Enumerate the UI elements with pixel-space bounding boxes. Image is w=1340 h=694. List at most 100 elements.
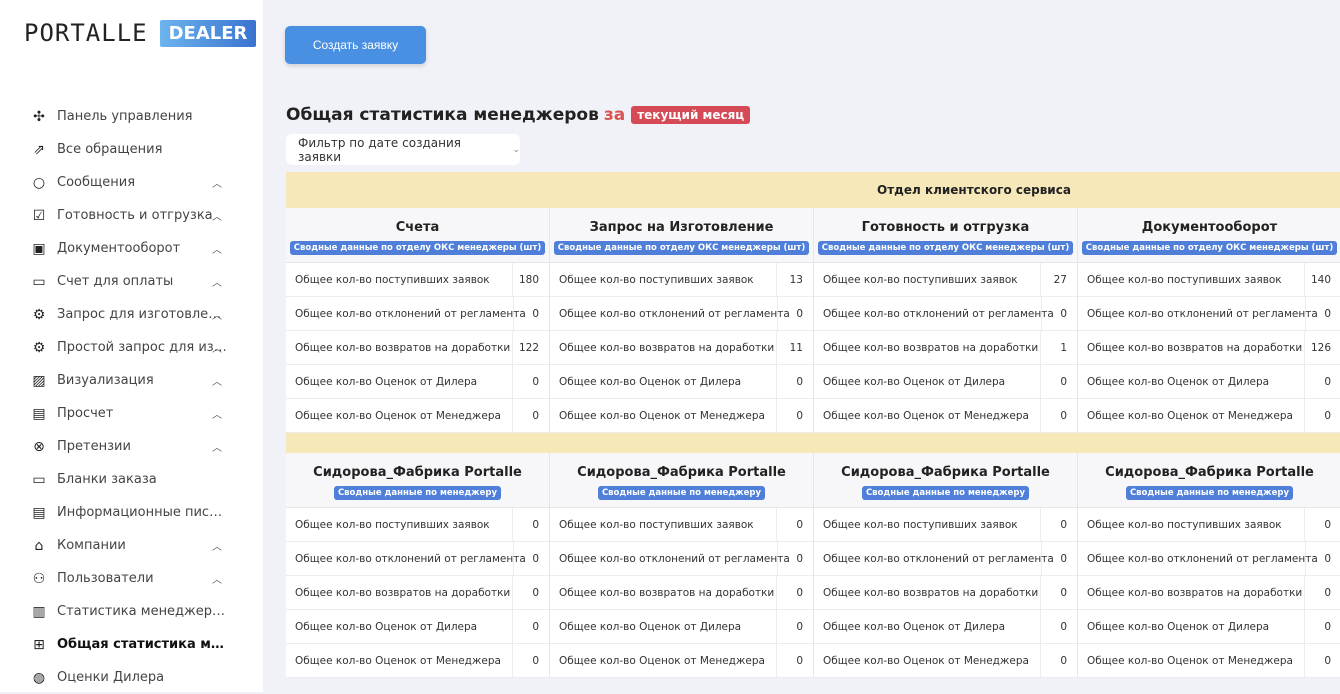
stats-column: Сидорова_Фабрика Portalle Сводные данные …: [814, 453, 1078, 678]
sidebar-item[interactable]: ▤ Информационные письма: [30, 496, 230, 529]
row-label: Общее кол-во Оценок от Дилера: [814, 365, 1042, 398]
sidebar-item[interactable]: ⚙ Простой запрос для изготовления︿: [30, 331, 230, 364]
stats-column: Документооборот Сводные данные по отделу …: [1078, 208, 1340, 433]
grid-icon: ⊞: [33, 636, 45, 653]
row-label: Общее кол-во поступивших заявок: [814, 508, 1042, 541]
logo-text: PORTALLE: [24, 19, 148, 47]
sidebar-item-label: Общая статистика менеджеров: [57, 637, 227, 652]
row-value: 0: [796, 518, 803, 531]
table-row: Общее кол-во возвратов на доработки 126: [1078, 331, 1340, 365]
row-value: 0: [1324, 375, 1331, 388]
chevron-up-icon[interactable]: ︿: [212, 208, 222, 223]
table-row: Общее кол-во возвратов на доработки 122: [286, 331, 549, 365]
table-row: Общее кол-во отклонений от регламента 0: [1078, 542, 1340, 576]
sidebar-item[interactable]: ▣ Документооборот ︿: [30, 232, 230, 265]
column-title: Запрос на Изготовление: [589, 220, 774, 235]
table-row: Общее кол-во Оценок от Дилера 0: [286, 610, 549, 644]
row-value: 0: [1060, 409, 1067, 422]
create-request-button[interactable]: Создать заявку: [285, 26, 426, 64]
row-label: Общее кол-во Оценок от Дилера: [550, 610, 778, 643]
stats-column: Счета Сводные данные по отделу ОКС менедж…: [286, 208, 550, 433]
column-tag: Сводные данные по отделу ОКС менеджеры (…: [817, 241, 1074, 255]
sidebar-item[interactable]: ▭ Счет для оплаты ︿: [30, 265, 230, 298]
sidebar-item[interactable]: ⚙ Запрос для изготовления ︿: [30, 298, 230, 331]
chevron-up-icon[interactable]: ︿: [212, 538, 222, 553]
sidebar-item-label: Панель управления: [57, 109, 193, 124]
column-title: Счета: [395, 220, 440, 235]
row-label: Общее кол-во возвратов на доработки: [286, 576, 514, 609]
row-value: 0: [796, 375, 803, 388]
row-label: Общее кол-во поступивших заявок: [814, 263, 1042, 296]
sidebar-item[interactable]: ⊞ Общая статистика менеджеров: [30, 628, 230, 661]
column-title: Сидорова_Фабрика Portalle: [1105, 465, 1314, 480]
row-label: Общее кол-во возвратов на доработки: [814, 331, 1042, 364]
column-header: Сидорова_Фабрика Portalle Сводные данные …: [814, 453, 1077, 508]
table-row: Общее кол-во отклонений от регламента 0: [286, 297, 549, 331]
row-label: Общее кол-во Оценок от Дилера: [814, 610, 1042, 643]
archive-box-icon: ▣: [32, 240, 46, 257]
table-row: Общее кол-во отклонений от регламента 0: [1078, 297, 1340, 331]
chevron-up-icon[interactable]: ︿: [212, 340, 222, 355]
sidebar-item-label: Простой запрос для изготовления: [57, 340, 227, 355]
table-row: Общее кол-во возвратов на доработки 1: [814, 331, 1077, 365]
row-value: 1: [1060, 341, 1067, 354]
sidebar-item-label: Все обращения: [57, 142, 163, 157]
column-title: Готовность и отгрузка: [861, 220, 1030, 235]
chevron-up-icon[interactable]: ︿: [212, 439, 222, 454]
date-filter-dropdown[interactable]: Фильтр по дате создания заявки ⌄: [286, 134, 520, 165]
chevron-up-icon[interactable]: ︿: [212, 406, 222, 421]
sidebar-item[interactable]: ⌂ Компании ︿: [30, 529, 230, 562]
row-value: 0: [532, 586, 539, 599]
row-label: Общее кол-во Оценок от Менеджера: [550, 399, 778, 432]
folder-icon: ▭: [32, 471, 46, 488]
sidebar-item-label: Готовность и отгрузка: [57, 208, 213, 223]
sidebar-item[interactable]: ✣ Панель управления: [30, 100, 230, 133]
column-tag: Сводные данные по отделу ОКС менеджеры (…: [553, 241, 810, 255]
row-value: 0: [1060, 375, 1067, 388]
row-value: 140: [1310, 273, 1331, 286]
row-label: Общее кол-во Оценок от Менеджера: [1078, 644, 1306, 677]
chevron-up-icon[interactable]: ︿: [212, 175, 222, 190]
row-value: 0: [532, 654, 539, 667]
table-row: Общее кол-во Оценок от Менеджера 0: [550, 644, 813, 678]
column-title: Сидорова_Фабрика Portalle: [313, 465, 522, 480]
sidebar-item[interactable]: ☑ Готовность и отгрузка ︿: [30, 199, 230, 232]
sidebar-item-label: Компании: [57, 538, 126, 553]
sidebar-item[interactable]: ▭ Бланки заказа: [30, 463, 230, 496]
period-badge[interactable]: текущий месяц: [631, 106, 751, 124]
column-header: Документооборот Сводные данные по отделу …: [1078, 208, 1340, 263]
bar-chart-icon: ▥: [32, 603, 46, 620]
sidebar-item[interactable]: ○ Сообщения ︿: [30, 166, 230, 199]
sidebar-item-label: Просчет: [57, 406, 114, 421]
stats-column: Запрос на Изготовление Сводные данные по …: [550, 208, 814, 433]
sidebar-item[interactable]: ⊗ Претензии ︿: [30, 430, 230, 463]
chevron-up-icon[interactable]: ︿: [212, 307, 222, 322]
row-label: Общее кол-во Оценок от Менеджера: [550, 644, 778, 677]
column-tag: Сводные данные по менеджеру: [333, 486, 502, 500]
row-label: Общее кол-во поступивших заявок: [1078, 508, 1306, 541]
sidebar-item[interactable]: ▨ Визуализация ︿: [30, 364, 230, 397]
chevron-up-icon[interactable]: ︿: [212, 373, 222, 388]
column-header: Готовность и отгрузка Сводные данные по о…: [814, 208, 1077, 263]
row-value: 0: [1060, 552, 1067, 565]
sidebar-item[interactable]: ▥ Статистика менеджеров: [30, 595, 230, 628]
row-value: 0: [796, 654, 803, 667]
chevron-up-icon[interactable]: ︿: [212, 571, 222, 586]
column-title: Сидорова_Фабрика Portalle: [841, 465, 1050, 480]
puzzle-icon: ✣: [33, 108, 45, 125]
chevron-up-icon[interactable]: ︿: [212, 274, 222, 289]
chevron-up-icon[interactable]: ︿: [212, 241, 222, 256]
stats-column: Сидорова_Фабрика Portalle Сводные данные …: [550, 453, 814, 678]
sidebar-item[interactable]: ▤ Просчет ︿: [30, 397, 230, 430]
sidebar-item-label: Пользователи: [57, 571, 154, 586]
sidebar-item[interactable]: ⇗ Все обращения: [30, 133, 230, 166]
sidebar-item[interactable]: ⚇ Пользователи ︿: [30, 562, 230, 595]
sidebar-item-label: Бланки заказа: [57, 472, 157, 487]
sidebar-item-label: Счет для оплаты: [57, 274, 174, 289]
sidebar-item-label: Визуализация: [57, 373, 154, 388]
sidebar-item[interactable]: ◍ Оценки Дилера: [30, 661, 230, 694]
stats-column: Сидорова_Фабрика Portalle Сводные данные …: [1078, 453, 1340, 678]
row-label: Общее кол-во отклонений от регламента: [286, 542, 526, 575]
logo[interactable]: PORTALLE DEALER: [24, 19, 257, 47]
row-value: 0: [796, 620, 803, 633]
